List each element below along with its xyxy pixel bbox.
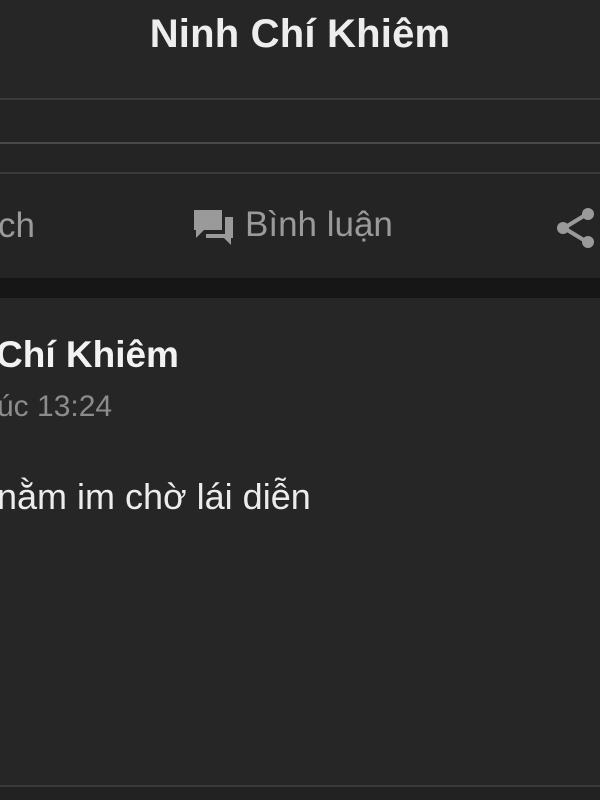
page-title: Ninh Chí Khiêm [149, 12, 451, 56]
comment-icon [194, 210, 233, 245]
spacer-row [0, 144, 600, 172]
bottom-strip [0, 787, 600, 800]
comment-card: Chí Khiêm úc 13:24 nằm im chờ lái diễn [0, 298, 600, 785]
blank-row [0, 100, 600, 142]
share-icon [557, 208, 594, 248]
timestamp: úc 13:24 [0, 390, 113, 423]
like-label: ch [0, 206, 35, 245]
section-separator [0, 278, 600, 298]
app-screen: Ninh Chí Khiêm ch Bình luận Chí Khiêm úc… [0, 0, 600, 800]
comment-text: nằm im chờ lái diễn [0, 476, 311, 517]
top-header: Ninh Chí Khiêm [0, 0, 600, 98]
like-button[interactable]: ch [0, 206, 35, 246]
share-button[interactable] [554, 206, 600, 250]
action-bar: ch Bình luận [0, 174, 600, 278]
comment-label: Bình luận [245, 205, 393, 244]
author-name[interactable]: Chí Khiêm [0, 334, 179, 376]
